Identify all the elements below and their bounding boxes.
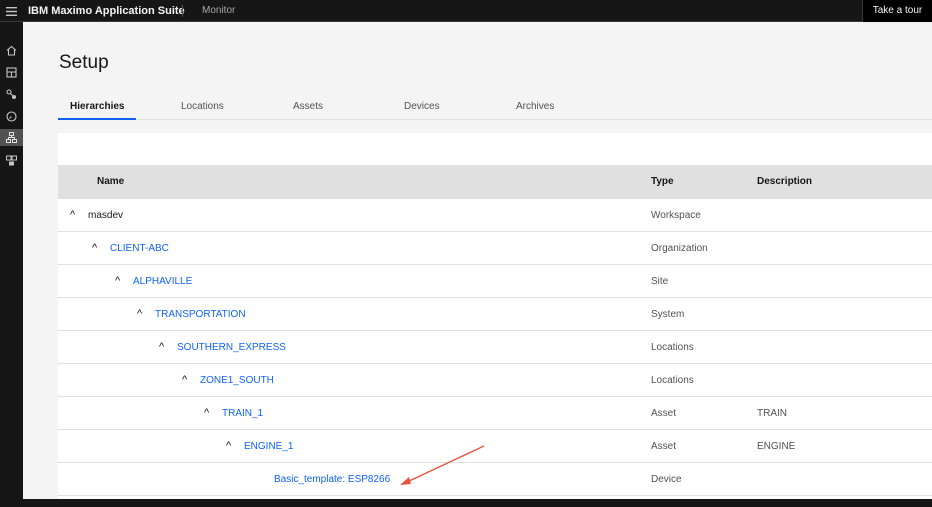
collapse-chevron-icon[interactable]: ^ (137, 298, 142, 331)
collapse-chevron-icon[interactable]: ^ (92, 232, 97, 265)
side-navigation (0, 22, 23, 499)
setup-tabs: Hierarchies Locations Assets Devices Arc… (58, 98, 932, 120)
gauge-icon[interactable] (5, 110, 18, 123)
table-row[interactable]: ^ ZONE1_SOUTH Locations (58, 364, 932, 397)
row-name-link[interactable]: SOUTHERN_EXPRESS (177, 331, 286, 364)
row-type: Organization (651, 243, 708, 254)
tab-locations[interactable]: Locations (169, 98, 236, 120)
table-row[interactable]: Basic_template: ESP8266 Device (58, 463, 932, 496)
row-description: TRAIN (757, 408, 787, 419)
devices-icon[interactable] (5, 154, 18, 167)
app-name[interactable]: Monitor (202, 0, 235, 22)
row-name-link[interactable]: Basic_template: ESP8266 (274, 463, 390, 496)
row-name-link[interactable]: ENGINE_1 (244, 430, 293, 463)
row-type: Asset (651, 408, 677, 419)
row-type: Locations (651, 342, 694, 353)
tab-archives[interactable]: Archives (504, 98, 566, 120)
tab-assets[interactable]: Assets (281, 98, 335, 120)
dashboard-icon[interactable] (5, 66, 18, 79)
collapse-chevron-icon[interactable]: ^ (115, 265, 120, 298)
tab-devices[interactable]: Devices (392, 98, 452, 120)
hierarchy-icon[interactable] (0, 129, 23, 146)
table-row[interactable]: ^ SOUTHERN_EXPRESS Locations (58, 331, 932, 364)
row-name-link[interactable]: ALPHAVILLE (133, 265, 192, 298)
column-header-type[interactable]: Type (651, 165, 674, 199)
row-name-link[interactable]: TRAIN_1 (222, 397, 263, 430)
row-name[interactable]: masdev (88, 199, 123, 232)
tab-hierarchies[interactable]: Hierarchies (58, 98, 137, 120)
table-row[interactable]: ^ ENGINE_1 Asset ENGINE (58, 430, 932, 463)
table-row[interactable]: ^ TRANSPORTATION System (58, 298, 932, 331)
table-row[interactable]: ^ masdev Workspace (58, 199, 932, 232)
connect-icon[interactable] (5, 88, 18, 101)
window-bottom-edge (0, 499, 932, 507)
row-type: Site (651, 276, 669, 287)
hierarchy-table: Name Type Description ^ masdev Workspace… (58, 133, 932, 499)
table-toolbar (58, 133, 932, 165)
row-type: Device (651, 474, 682, 485)
row-type: Locations (651, 375, 694, 386)
home-icon[interactable] (5, 44, 18, 57)
column-header-description[interactable]: Description (757, 165, 812, 199)
table-header: Name Type Description (58, 165, 932, 199)
row-name-link[interactable]: TRANSPORTATION (155, 298, 246, 331)
row-name-link[interactable]: CLIENT-ABC (110, 232, 169, 265)
collapse-chevron-icon[interactable]: ^ (70, 199, 75, 232)
collapse-chevron-icon[interactable]: ^ (159, 331, 164, 364)
table-row[interactable]: ^ CLIENT-ABC Organization (58, 232, 932, 265)
header-divider (182, 5, 183, 17)
collapse-chevron-icon[interactable]: ^ (226, 430, 231, 463)
row-type: Workspace (651, 210, 701, 221)
top-bar: IBM Maximo Application Suite Monitor Tak… (0, 0, 932, 22)
row-type: System (651, 309, 685, 320)
row-description: ENGINE (757, 441, 796, 452)
row-type: Asset (651, 441, 677, 452)
table-row[interactable]: ^ TRAIN_1 Asset TRAIN (58, 397, 932, 430)
hamburger-menu-icon[interactable] (0, 0, 22, 22)
take-a-tour-button[interactable]: Take a tour (862, 0, 932, 22)
table-row[interactable]: ^ ALPHAVILLE Site (58, 265, 932, 298)
collapse-chevron-icon[interactable]: ^ (204, 397, 209, 430)
column-header-name[interactable]: Name (97, 165, 124, 199)
product-name[interactable]: IBM Maximo Application Suite (28, 0, 185, 22)
main-content: Setup Hierarchies Locations Assets Devic… (23, 22, 932, 499)
collapse-chevron-icon[interactable]: ^ (182, 364, 187, 397)
page-title: Setup (59, 52, 109, 73)
row-name-link[interactable]: ZONE1_SOUTH (200, 364, 274, 397)
